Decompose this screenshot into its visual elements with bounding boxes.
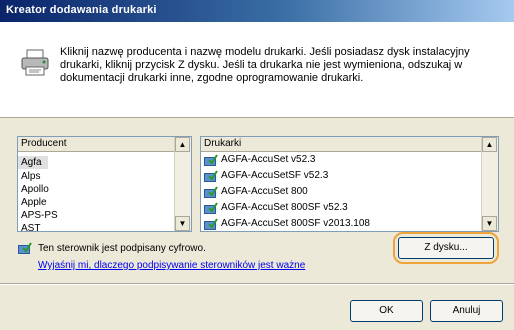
signed-driver-icon [204, 218, 218, 230]
manufacturer-scrollbar[interactable]: ▲ ▼ [174, 137, 191, 231]
cancel-button[interactable]: Anuluj [430, 300, 503, 322]
manufacturer-item[interactable]: AST [18, 222, 175, 231]
signed-driver-icon [204, 202, 218, 214]
signed-driver-icon [18, 242, 32, 254]
separator [0, 283, 514, 285]
scroll-down-arrow-icon[interactable]: ▼ [175, 216, 190, 231]
signed-driver-icon [204, 186, 218, 198]
header-panel: Kliknij nazwę producenta i nazwę modelu … [0, 22, 514, 118]
manufacturer-list-items: Agfa Alps Apollo Apple APS-PS AST [18, 152, 175, 231]
manufacturer-item[interactable]: APS-PS [18, 209, 175, 222]
manufacturer-item[interactable]: Apollo [18, 183, 175, 196]
printer-model-label: AGFA-AccuSet 800SF v52.3 [221, 202, 348, 213]
scroll-down-arrow-icon[interactable]: ▼ [482, 216, 497, 231]
printer-model-item[interactable]: AGFA-AccuSet v52.3 [201, 152, 482, 168]
signed-driver-icon [204, 154, 218, 166]
scroll-up-arrow-icon[interactable]: ▲ [175, 137, 190, 152]
printer-model-item[interactable]: AGFA-AccuSetSF v52.3 [201, 168, 482, 184]
printer-model-item[interactable]: AGFA-AccuSet 800SF v2013.108 [201, 216, 482, 231]
printer-list-items: AGFA-AccuSet v52.3 AGFA-AccuSetSF v52.3 AG… [201, 152, 482, 231]
printer-model-label: AGFA-AccuSet v52.3 [221, 154, 316, 165]
manufacturer-item[interactable]: Agfa [18, 156, 48, 169]
scroll-up-arrow-icon[interactable]: ▲ [482, 137, 497, 152]
printer-list-header: Drukarki [201, 137, 482, 152]
title-bar[interactable]: Kreator dodawania drukarki [0, 0, 514, 22]
printer-icon [21, 49, 49, 76]
signature-status: Ten sterownik jest podpisany cyfrowo. [38, 243, 206, 254]
signed-driver-icon [204, 170, 218, 182]
manufacturer-item[interactable]: Apple [18, 196, 175, 209]
instructions-text: Kliknij nazwę producenta i nazwę modelu … [60, 46, 470, 84]
why-signing-matters-link[interactable]: Wyjaśnij mi, dlaczego podpisywanie stero… [38, 260, 305, 271]
manufacturer-list-header: Producent [18, 137, 175, 152]
printer-model-item[interactable]: AGFA-AccuSet 800SF v52.3 [201, 200, 482, 216]
ok-button[interactable]: OK [350, 300, 423, 322]
printer-model-label: AGFA-AccuSet 800SF v2013.108 [221, 218, 370, 229]
printer-scrollbar[interactable]: ▲ ▼ [481, 137, 498, 231]
printer-model-label: AGFA-AccuSetSF v52.3 [221, 170, 329, 181]
printer-model-item[interactable]: AGFA-AccuSet 800 [201, 184, 482, 200]
printer-model-label: AGFA-AccuSet 800 [221, 186, 308, 197]
printer-model-list[interactable]: Drukarki AGFA-AccuSet v52.3 AGFA-AccuSetS… [200, 136, 499, 232]
add-printer-wizard-dialog: Kreator dodawania drukarki Kliknij nazwę… [0, 0, 514, 330]
manufacturer-list[interactable]: Producent Agfa Alps Apollo Apple APS-PS AST ▲… [17, 136, 192, 232]
have-disk-button[interactable]: Z dysku... [398, 237, 494, 259]
manufacturer-item[interactable]: Alps [18, 170, 175, 183]
window-title: Kreator dodawania drukarki [6, 4, 157, 16]
